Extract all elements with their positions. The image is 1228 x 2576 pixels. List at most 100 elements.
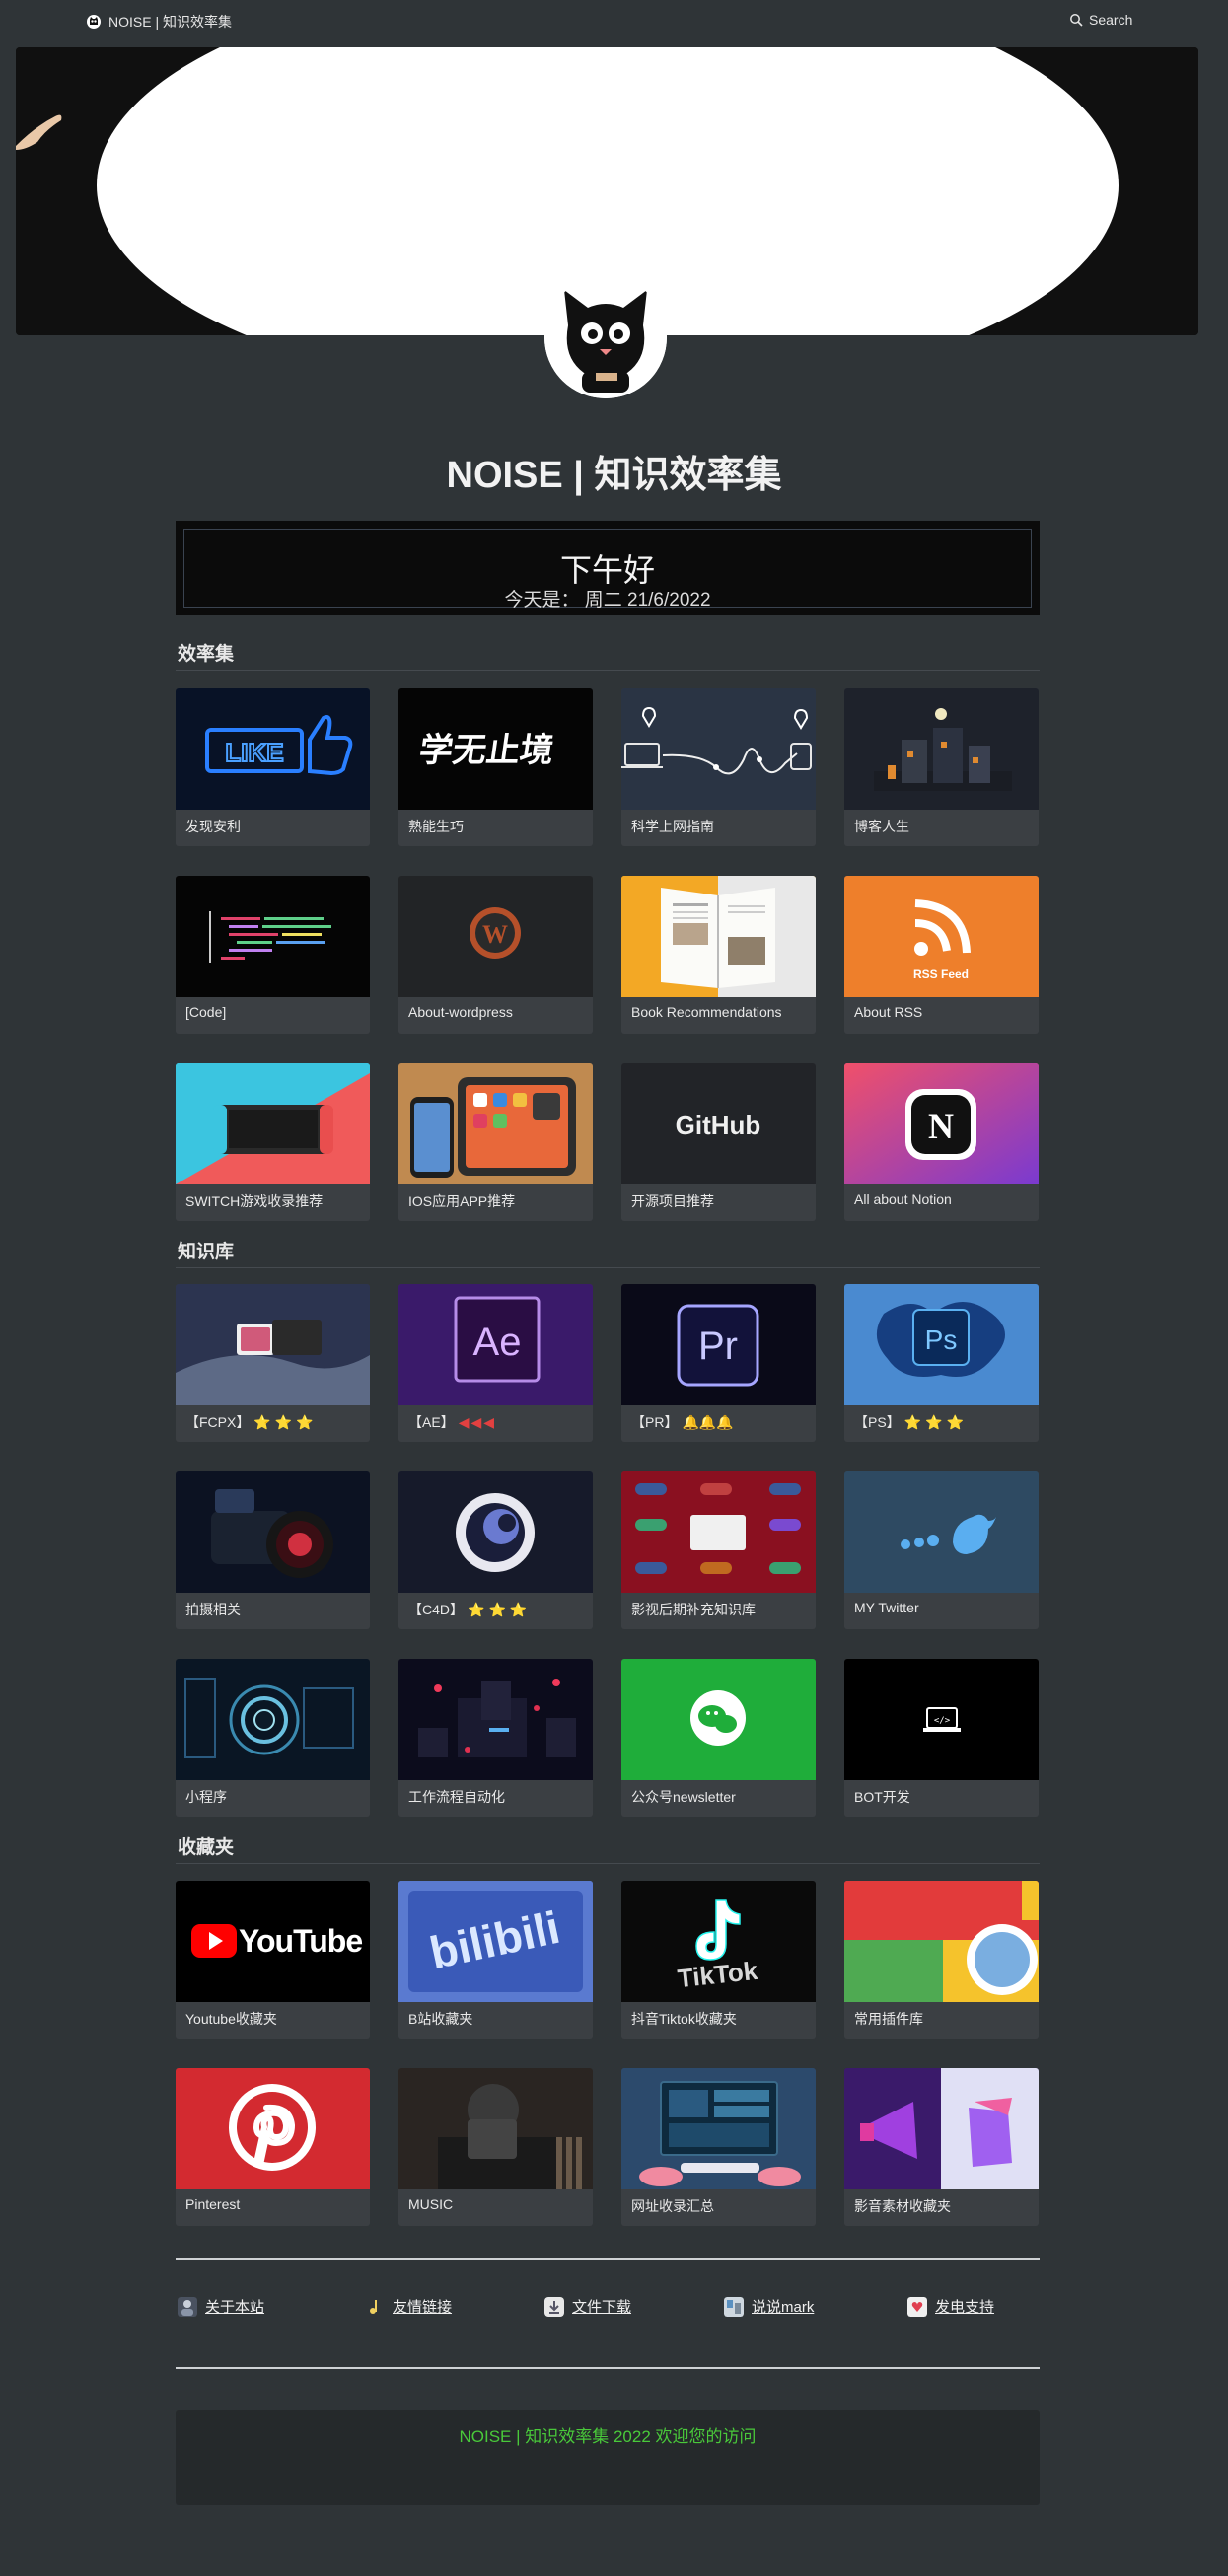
card-bilibili-logo[interactable]: bilibili B站收藏夹 [398,1881,593,2039]
card-pinterest-logo[interactable]: Pinterest [176,2068,370,2226]
footer-link-label: 说说mark [752,2299,815,2316]
card-title: 拍摄相关 [185,1602,241,1617]
search-button[interactable]: Search [1069,12,1132,28]
card-label: 小程序 [185,1787,227,1807]
card-label: 博客人生 [854,817,909,836]
card-title: B站收藏夹 [408,2011,473,2027]
card-label: BOT开发 [854,1787,910,1807]
card-computer-desk[interactable]: 网址收录汇总 [621,2068,816,2226]
card-title: All about Notion [854,1191,952,1207]
section-divider [176,1863,1040,1864]
site-home-link[interactable]: NOISE | 知识效率集 [87,12,232,32]
network-route-icon [621,688,816,810]
card-wechat-logo[interactable]: 公众号newsletter [621,1659,816,1817]
rating-flags: ◀◀◀ [458,1414,496,1430]
card-premiere-logo[interactable]: Pr 【PR】 🔔🔔🔔 [621,1284,816,1442]
svg-text:Pr: Pr [698,1324,738,1368]
footer-link-friends[interactable]: 友情链接 [365,2296,452,2317]
card-code-laptop[interactable]: </> BOT开发 [844,1659,1039,1817]
card-title: MY Twitter [854,1600,919,1615]
card-neon-city[interactable]: 工作流程自动化 [398,1659,593,1817]
notion-logo-icon: N [844,1063,1039,1184]
greeting-date: 今天是： 周二 21/6/2022 [504,590,711,610]
card-label: About-wordpress [408,1004,513,1020]
footer-box: NOISE | 知识效率集 2022 欢迎您的访问 [176,2410,1040,2505]
footer-link-mark[interactable]: 说说mark [724,2296,814,2317]
calligraphy-text-icon: 学无止境 [398,688,593,810]
card-rss-feed[interactable]: RSS Feed About RSS [844,876,1039,1034]
section-title-favorites: 收藏夹 [178,1837,235,1858]
svg-text:Ps: Ps [925,1324,958,1355]
card-title: BOT开发 [854,1789,910,1805]
footer-link-support[interactable]: 发电支持 [907,2296,994,2317]
card-title: 发现安利 [185,819,241,834]
card-title: 公众号newsletter [631,1789,736,1805]
card-calligraphy-text[interactable]: 学无止境 熟能生巧 [398,688,593,846]
top-bar: NOISE | 知识效率集 Search [0,0,1228,41]
card-title: MUSIC [408,2196,454,2212]
card-label: All about Notion [854,1191,952,1207]
card-github-logo[interactable]: GitHub 开源项目推荐 [621,1063,816,1221]
card-title: 博客人生 [854,819,909,834]
card-night-town[interactable]: 博客人生 [844,688,1039,846]
youtube-wordmark: YouTube [239,1923,362,1959]
rating-stars: ⭐⭐⭐ [468,1602,532,1617]
card-after-effects-logo[interactable]: Ae 【AE】 ◀◀◀ [398,1284,593,1442]
card-ipad-iphone[interactable]: IOS应用APP推荐 [398,1063,593,1221]
page-title: NOISE | 知识效率集 [446,455,782,496]
cinema4d-logo-icon [398,1471,593,1593]
section-divider [176,670,1040,671]
premiere-logo-icon: Pr [621,1284,816,1405]
footer-link-about[interactable]: 关于本站 [178,2296,264,2317]
youtube-logo-icon: YouTube [176,1881,370,2002]
card-grid-favorites: YouTube Youtube收藏夹 bilibili B站收藏夹 TikTok 抖音Ti… [176,1881,1040,2226]
card-camera[interactable]: 拍摄相关 [176,1471,370,1629]
card-open-book[interactable]: Book Recommendations [621,876,816,1034]
card-final-cut-pro[interactable]: 【FCPX】 ⭐⭐⭐ [176,1284,370,1442]
code-editor-icon [176,876,370,997]
card-youtube-logo[interactable]: YouTube Youtube收藏夹 [176,1881,370,2039]
after-effects-logo-icon: Ae [398,1284,593,1405]
footer-link-download[interactable]: 文件下载 [544,2296,631,2317]
avatar[interactable] [544,276,667,398]
card-nintendo-switch[interactable]: SWITCH游戏收录推荐 [176,1063,370,1221]
footer-links: 关于本站 友情链接 文件下载 说说mark 发电支持 [176,2296,1040,2335]
card-title: 【PS】 [854,1414,901,1430]
card-title: 抖音Tiktok收藏夹 [631,2011,737,2027]
bilibili-logo-icon: bilibili [398,1881,593,2002]
card-neon-like-thumb[interactable]: LIKE 发现安利 [176,688,370,846]
card-network-route[interactable]: 科学上网指南 [621,688,816,846]
card-twitter-birds[interactable]: MY Twitter [844,1471,1039,1629]
download-icon [544,2296,564,2317]
black-cat-icon [544,276,667,398]
card-label: 【PR】 🔔🔔🔔 [631,1412,734,1432]
search-label: Search [1089,12,1133,28]
card-code-editor[interactable]: [Code] [176,876,370,1034]
card-cinema4d-logo[interactable]: 【C4D】 ⭐⭐⭐ [398,1471,593,1629]
card-adobe-apps[interactable]: 影视后期补充知识库 [621,1471,816,1629]
card-wordpress-logo[interactable]: W About-wordpress [398,876,593,1034]
footer-link-label: 友情链接 [393,2299,453,2316]
card-title: IOS应用APP推荐 [408,1193,516,1209]
card-label: 【FCPX】 ⭐⭐⭐ [185,1412,318,1432]
footer-link-label: 文件下载 [572,2299,632,2316]
svg-text:RSS Feed: RSS Feed [913,967,969,981]
greeting-box: 下午好 今天是： 周二 21/6/2022 [176,521,1040,615]
card-title: 【AE】 [408,1414,455,1430]
camera-icon [176,1471,370,1593]
open-book-icon [621,876,816,997]
card-tiktok-logo[interactable]: TikTok 抖音Tiktok收藏夹 [621,1881,816,2039]
card-notion-logo[interactable]: N All about Notion [844,1063,1039,1221]
card-label: Youtube收藏夹 [185,2009,277,2029]
card-label: 科学上网指南 [631,817,714,836]
pinterest-logo-icon [176,2068,370,2189]
card-photoshop-logo[interactable]: Ps 【PS】 ⭐⭐⭐ [844,1284,1039,1442]
wordpress-logo-icon: W [398,876,593,997]
card-tech-circle[interactable]: 小程序 [176,1659,370,1817]
card-label: 抖音Tiktok收藏夹 [631,2009,737,2029]
support-icon [907,2296,927,2317]
card-megaphone-3d[interactable]: 影音素材收藏夹 [844,2068,1039,2226]
card-music-dj[interactable]: MUSIC [398,2068,593,2226]
card-chrome-logo[interactable]: 常用插件库 [844,1881,1039,2039]
computer-desk-icon [621,2068,816,2189]
